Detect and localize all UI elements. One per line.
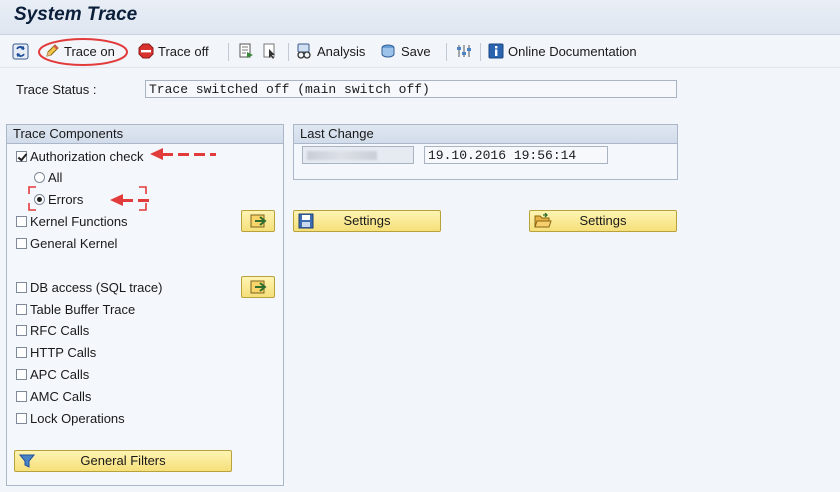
lock-operations-row[interactable]: Lock Operations (16, 409, 125, 427)
analysis-label: Analysis (317, 43, 366, 59)
rfc-calls-checkbox[interactable] (16, 324, 27, 336)
errors-label: Errors (48, 191, 84, 207)
arrow-right-icon (250, 214, 267, 228)
toolbar: Trace on Trace off Analysis Save Online … (0, 35, 840, 68)
trace-status-label: Trace Status : (16, 82, 97, 97)
db-settings-button[interactable] (241, 276, 275, 298)
toolbar-separator (446, 43, 447, 61)
apc-calls-checkbox[interactable] (16, 368, 27, 380)
select-button[interactable] (262, 40, 278, 62)
blurred-user-name (307, 151, 377, 160)
table-buffer-trace-label: Table Buffer Trace (30, 301, 136, 317)
amc-calls-label: AMC Calls (30, 388, 92, 404)
general-kernel-checkbox[interactable] (16, 237, 27, 249)
db-access-checkbox[interactable] (16, 281, 27, 293)
highlight-ellipse (38, 38, 128, 66)
online-documentation-button[interactable]: Online Documentation (488, 40, 637, 62)
save-icon (381, 44, 395, 58)
kernel-functions-checkbox[interactable] (16, 215, 27, 227)
table-buffer-trace-row[interactable]: Table Buffer Trace (16, 300, 135, 318)
last-change-header: Last Change (294, 125, 677, 144)
settings-label: Settings (343, 213, 391, 228)
lock-operations-label: Lock Operations (30, 410, 125, 426)
apc-calls-row[interactable]: APC Calls (16, 365, 89, 383)
http-calls-label: HTTP Calls (30, 344, 97, 360)
sliders-icon (457, 45, 471, 57)
open-folder-icon (534, 213, 552, 228)
apc-calls-label: APC Calls (30, 366, 90, 382)
rfc-calls-label: RFC Calls (30, 322, 90, 338)
save-label: Save (401, 43, 431, 59)
toolbar-separator (480, 43, 481, 61)
info-icon (488, 43, 504, 59)
general-kernel-row[interactable]: General Kernel (16, 234, 117, 252)
analysis-button[interactable]: Analysis (296, 40, 365, 62)
kernel-settings-button[interactable] (241, 210, 275, 232)
general-filters-label: General Filters (80, 453, 166, 468)
trace-components-header: Trace Components (7, 125, 283, 144)
toolbar-separator (228, 43, 229, 61)
authorization-check-label: Authorization check (30, 148, 144, 164)
trace-off-label: Trace off (158, 43, 209, 59)
online-doc-label: Online Documentation (508, 43, 637, 59)
all-label: All (48, 169, 63, 185)
document-icon (239, 43, 253, 58)
display-doc-button[interactable] (238, 40, 254, 62)
auth-option-all[interactable]: All (34, 168, 62, 186)
kernel-functions-row[interactable]: Kernel Functions (16, 212, 128, 230)
toolbar-separator (288, 43, 289, 61)
errors-radio[interactable] (34, 193, 45, 205)
settings-label: Settings (579, 213, 627, 228)
http-calls-row[interactable]: HTTP Calls (16, 343, 96, 361)
cursor-doc-icon (263, 43, 275, 59)
settings-button-save[interactable]: Settings (293, 210, 441, 232)
http-calls-checkbox[interactable] (16, 346, 27, 358)
amc-calls-row[interactable]: AMC Calls (16, 387, 91, 405)
page-title: System Trace (14, 4, 138, 25)
refresh-icon (12, 43, 29, 59)
auth-option-errors[interactable]: Errors (34, 190, 83, 208)
refresh-button[interactable] (12, 40, 29, 62)
authorization-check-checkbox[interactable] (16, 150, 27, 162)
general-filters-button[interactable]: General Filters (14, 450, 232, 472)
amc-calls-checkbox[interactable] (16, 390, 27, 402)
arrow-right-icon (250, 280, 267, 294)
general-kernel-label: General Kernel (30, 235, 118, 251)
table-buffer-trace-checkbox[interactable] (16, 303, 27, 315)
lock-operations-checkbox[interactable] (16, 412, 27, 424)
save-button[interactable]: Save (380, 40, 431, 62)
all-radio[interactable] (34, 171, 45, 183)
analysis-icon (297, 43, 311, 59)
trace-off-button[interactable]: Trace off (138, 40, 209, 62)
db-access-label: DB access (SQL trace) (30, 279, 163, 295)
filter-settings-button[interactable] (456, 40, 473, 62)
authorization-check-row[interactable]: Authorization check (16, 147, 143, 165)
stop-icon (138, 43, 154, 59)
filter-icon (19, 454, 35, 468)
kernel-functions-label: Kernel Functions (30, 213, 128, 229)
rfc-calls-row[interactable]: RFC Calls (16, 321, 89, 339)
save-disk-icon (298, 213, 314, 229)
annotation-arrow (150, 148, 216, 160)
last-change-user-field (302, 146, 414, 164)
settings-button-open[interactable]: Settings (529, 210, 677, 232)
last-change-timestamp-field: 19.10.2016 19:56:14 (424, 146, 608, 164)
title-bar: System Trace (0, 0, 840, 35)
db-access-row[interactable]: DB access (SQL trace) (16, 278, 162, 296)
trace-status-field: Trace switched off (main switch off) (145, 80, 677, 98)
annotation-arrow (110, 194, 152, 206)
